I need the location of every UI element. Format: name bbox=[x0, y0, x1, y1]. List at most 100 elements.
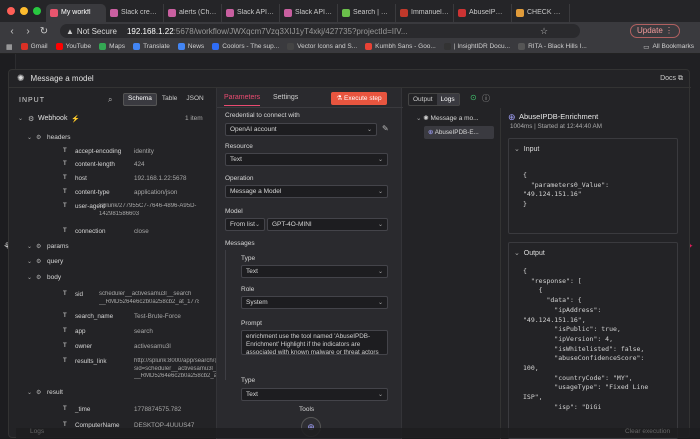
forward-icon[interactable]: › bbox=[20, 26, 36, 37]
log-title: AbuseIPDB-Enrichment bbox=[519, 112, 599, 121]
tab-settings[interactable]: Settings bbox=[273, 94, 298, 101]
close-window-button[interactable] bbox=[7, 7, 15, 15]
bookmark-item[interactable]: Coolors - The sup... bbox=[212, 43, 279, 50]
browser-tab[interactable]: Search | Splunk bbox=[338, 3, 396, 22]
bookmark-item[interactable]: News bbox=[177, 43, 204, 50]
chevron-down-icon: ⌄ bbox=[377, 269, 383, 275]
execute-step-button[interactable]: ⚗ Execute step bbox=[331, 92, 387, 105]
output-section-header[interactable]: ⌄ Output bbox=[514, 249, 545, 257]
tab-output[interactable]: Output bbox=[409, 94, 437, 105]
chevron-down-icon[interactable]: ⌄ bbox=[27, 274, 32, 281]
object-icon: ⚙ bbox=[36, 259, 42, 265]
operation-select[interactable]: Message a Model ⌄ bbox=[225, 185, 388, 198]
type2-select[interactable]: Text ⌄ bbox=[241, 388, 388, 401]
reload-icon[interactable]: ↻ bbox=[36, 26, 52, 37]
clear-execution[interactable]: Clear execution bbox=[625, 428, 670, 435]
search-icon[interactable]: ⌕ bbox=[108, 95, 112, 105]
schema-key[interactable]: owner bbox=[75, 343, 92, 350]
edit-credential-icon[interactable]: ✎ bbox=[382, 124, 389, 133]
bookmark-item[interactable]: Maps bbox=[99, 43, 125, 50]
all-bookmarks-label: All Bookmarks bbox=[652, 43, 694, 50]
star-icon[interactable]: ☆ bbox=[540, 26, 548, 37]
chevron-down-icon[interactable]: ⌄ bbox=[27, 134, 32, 141]
apps-grid-icon[interactable]: ▦ bbox=[6, 43, 13, 51]
tab-parameters[interactable]: Parameters bbox=[224, 94, 261, 106]
model-select[interactable]: GPT-4O-MINI ⌄ bbox=[267, 218, 388, 231]
schema-key[interactable]: search_name bbox=[75, 313, 113, 320]
log-tree-root[interactable]: ⌄ ✺ Message a mo... bbox=[416, 114, 479, 122]
string-type-icon: T bbox=[63, 358, 67, 364]
operation-label: Operation bbox=[225, 175, 254, 182]
favicon-icon bbox=[516, 8, 524, 17]
view-json[interactable]: JSON bbox=[182, 93, 207, 106]
prompt-label: Prompt bbox=[241, 320, 262, 327]
bookmark-item[interactable]: | InsightIDR Docu... bbox=[443, 43, 510, 50]
bookmark-item[interactable]: Kumbh Sans - Goo... bbox=[365, 43, 436, 50]
browser-tab[interactable]: Immanuel Samu bbox=[396, 3, 454, 22]
schema-group-key[interactable]: params bbox=[47, 243, 69, 250]
schema-key[interactable]: accept-encoding bbox=[75, 148, 121, 155]
schema-key[interactable]: content-type bbox=[75, 189, 110, 196]
schema-group-key[interactable]: result bbox=[47, 389, 63, 396]
browser-tab-label: Slack API: Appli bbox=[295, 9, 333, 16]
credential-label: Credential to connect with bbox=[225, 112, 300, 119]
browser-tab[interactable]: CHECK Endpoint bbox=[512, 3, 570, 22]
credential-select[interactable]: OpenAI account ⌄ bbox=[225, 123, 377, 136]
chevron-down-icon: ⌄ bbox=[377, 392, 383, 398]
security-label: Not Secure bbox=[76, 26, 117, 36]
bookmark-item[interactable]: Vector Icons and S... bbox=[287, 43, 357, 50]
chevron-down-icon[interactable]: ⌄ bbox=[18, 115, 23, 122]
browser-tab-label: Search | Splunk bbox=[353, 9, 391, 16]
bookmark-item[interactable]: YouTube bbox=[55, 43, 91, 50]
chevron-down-icon[interactable]: ⌄ bbox=[27, 258, 32, 265]
all-bookmarks[interactable]: ▭ All Bookmarks bbox=[643, 43, 694, 51]
role-select[interactable]: System ⌄ bbox=[241, 296, 388, 309]
tab-logs[interactable]: Logs bbox=[436, 94, 459, 105]
url-field[interactable]: ▲ Not Secure 192.168.1.22 :5678/workflow… bbox=[60, 24, 580, 38]
schema-group-key[interactable]: headers bbox=[47, 134, 71, 141]
bookmark-item[interactable]: Translate bbox=[133, 43, 170, 50]
log-tree-child[interactable]: ⊕ AbuseIPDB-E... bbox=[424, 126, 494, 139]
update-button[interactable]: Update ⋮ bbox=[629, 24, 680, 38]
browser-tab[interactable]: alerts (Channel) bbox=[164, 3, 222, 22]
view-table[interactable]: Table bbox=[157, 93, 183, 106]
back-icon[interactable]: ‹ bbox=[4, 26, 20, 37]
schema-key[interactable]: connection bbox=[75, 228, 105, 235]
input-section-header[interactable]: ⌄ Input bbox=[514, 145, 539, 153]
input-section-title: Input bbox=[523, 146, 540, 153]
type-select[interactable]: Text ⌄ bbox=[241, 265, 388, 278]
minimize-window-button[interactable] bbox=[20, 7, 28, 15]
resource-select[interactable]: Text ⌄ bbox=[225, 153, 388, 166]
browser-tab[interactable]: Slack credential bbox=[106, 3, 164, 22]
tools-label: Tools bbox=[299, 406, 315, 413]
browser-tab[interactable]: My workfl bbox=[46, 3, 106, 22]
schema-key[interactable]: host bbox=[75, 175, 87, 182]
schema-key[interactable]: sid bbox=[75, 291, 83, 298]
schema-key[interactable]: app bbox=[75, 328, 86, 335]
schema-key[interactable]: _time bbox=[75, 406, 90, 413]
schema-key[interactable]: results_link bbox=[75, 358, 107, 365]
schema-value: activesamu3l bbox=[134, 343, 171, 350]
logs-footer[interactable]: Logs bbox=[30, 428, 44, 435]
schema-group-key[interactable]: query bbox=[47, 258, 63, 265]
info-icon[interactable]: ⓘ bbox=[482, 93, 490, 104]
bookmark-item[interactable]: RITA - Black Hills I... bbox=[518, 43, 587, 50]
flask-icon: ⚗ bbox=[336, 95, 343, 102]
favicon-icon bbox=[342, 8, 350, 17]
docs-link[interactable]: Docs ⧉ bbox=[660, 75, 683, 83]
browser-tab[interactable]: Slack API: Appli bbox=[222, 3, 280, 22]
bookmark-item[interactable]: Gmail bbox=[20, 43, 48, 50]
schema-key[interactable]: content-length bbox=[75, 161, 115, 168]
browser-tab[interactable]: Slack API: Appli bbox=[280, 3, 338, 22]
view-schema[interactable]: Schema bbox=[123, 93, 157, 106]
string-type-icon: T bbox=[63, 175, 67, 181]
model-mode-select[interactable]: From list ⌄ bbox=[225, 218, 265, 231]
openai-icon: ✺ bbox=[423, 115, 429, 122]
schema-group-key[interactable]: body bbox=[47, 274, 61, 281]
prompt-textarea[interactable]: enrichment use the tool named 'AbuseIPDB… bbox=[241, 330, 388, 355]
zoom-window-button[interactable] bbox=[33, 7, 41, 15]
browser-tab[interactable]: AbuseIPDB - IP bbox=[454, 3, 512, 22]
chevron-down-icon[interactable]: ⌄ bbox=[27, 389, 32, 396]
chevron-down-icon: ⌄ bbox=[377, 222, 383, 228]
chevron-down-icon[interactable]: ⌄ bbox=[27, 243, 32, 250]
